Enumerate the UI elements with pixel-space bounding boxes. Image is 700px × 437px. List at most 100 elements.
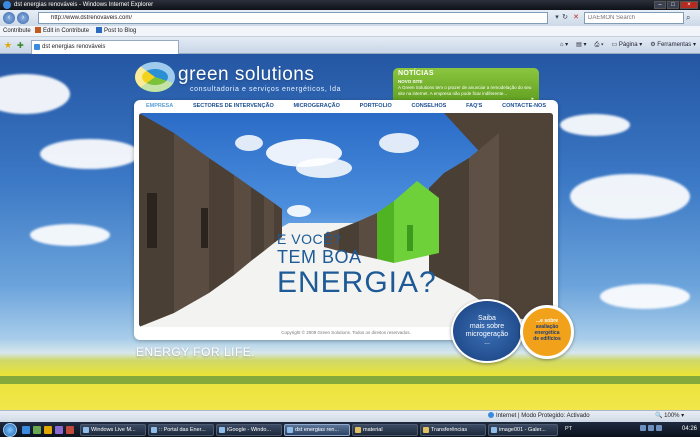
task-transferencias[interactable]: Transferências (420, 424, 486, 436)
cloud (570, 174, 690, 219)
edit-in-contribute-button[interactable]: Edit in Contribute (35, 26, 89, 37)
forward-icon[interactable]: › (17, 12, 29, 24)
nav-microgeracao[interactable]: MICROGERAÇÃO (293, 103, 339, 111)
tray-network-icon[interactable] (640, 425, 646, 431)
hero-banner: E VOCÊ? TEM BOA ENERGIA? (139, 113, 553, 327)
badge-orange-line-4: de edifícios (533, 336, 561, 342)
minimize-button[interactable]: – (654, 1, 666, 9)
nav-sectores[interactable]: SECTORES DE INTERVENÇÃO (193, 103, 274, 111)
quicklaunch-explorer-icon[interactable] (44, 426, 52, 434)
cloud (30, 224, 110, 246)
task-icon (491, 427, 497, 433)
task-portal-energias[interactable]: :: Portal das Ener... (148, 424, 214, 436)
task-label: Windows Live M... (91, 427, 136, 433)
tabs-bar: ★ ✚ dst energias renováveis ⌂ ▾ ▤ ▾ ⎙ ▾ … (0, 37, 700, 54)
task-icon (423, 427, 429, 433)
cloud (0, 74, 70, 114)
favorites-star-icon[interactable]: ★ (4, 41, 12, 50)
tray-volume-icon[interactable] (648, 425, 654, 431)
task-material[interactable]: material (352, 424, 418, 436)
refresh-icon[interactable]: ↻ (560, 13, 570, 23)
edit-in-contribute-label: Edit in Contribute (43, 28, 90, 34)
logo-swirl-icon[interactable] (135, 62, 175, 92)
nav-conselhos[interactable]: CONSELHOS (411, 103, 446, 111)
post-to-blog-label: Post to Blog (104, 28, 137, 34)
command-bar: ⌂ ▾ ▤ ▾ ⎙ ▾ ▭ Página ▾ ⚙ Ferramentas ▾ (560, 41, 696, 50)
print-icon[interactable]: ⎙ ▾ (595, 41, 604, 50)
hero-line-1: E VOCÊ? (277, 231, 342, 247)
task-icon (83, 427, 89, 433)
task-icon (287, 427, 293, 433)
contribute-link[interactable]: Contribute (3, 26, 31, 37)
globe-icon (488, 412, 494, 418)
security-zone-label: Internet | Modo Protegido: Activado (496, 413, 590, 419)
avaliacao-energetica-badge[interactable]: ...e sobre avaliação energética de edifí… (520, 305, 574, 359)
window-title: dst energias renováveis - Windows Intern… (14, 2, 154, 8)
quicklaunch-app-icon[interactable] (66, 426, 74, 434)
task-label: iGoogle - Windo... (227, 427, 272, 433)
tab-page-icon (34, 44, 40, 50)
cloud (40, 139, 140, 169)
search-input[interactable] (584, 12, 684, 24)
nav-portfolio[interactable]: PORTFOLIO (360, 103, 392, 111)
badge-blue-line-2: mais sobre (469, 323, 505, 330)
tab-active[interactable]: dst energias renováveis (31, 40, 179, 54)
close-button[interactable]: × (680, 1, 698, 9)
web-content: green solutions consultadoria e serviços… (0, 54, 700, 410)
add-favorites-icon[interactable]: ✚ (17, 41, 24, 50)
task-icon (219, 427, 225, 433)
cloud (600, 284, 690, 309)
contribute-icon (35, 27, 41, 33)
page-menu-label: Página (618, 42, 638, 48)
back-icon[interactable]: ‹ (3, 12, 15, 24)
task-dst-energias[interactable]: dst energias ren... (284, 424, 350, 436)
microgeracao-badge[interactable]: Saiba mais sobre microgeração ... (451, 299, 523, 363)
clock[interactable]: 04:26 (682, 422, 697, 436)
field-strip (0, 376, 700, 384)
quicklaunch-ie-icon[interactable] (22, 426, 30, 434)
nav-contacte-nos[interactable]: CONTACTE-NOS (502, 103, 546, 111)
tab-label: dst energias renováveis (42, 44, 106, 50)
cloud (560, 114, 630, 136)
links-bar: Contribute Edit in Contribute Post to Bl… (0, 26, 700, 37)
start-button[interactable] (3, 423, 17, 437)
page-menu[interactable]: ▭ Página ▾ (612, 41, 643, 50)
tools-menu[interactable]: ⚙ Ferramentas ▾ (650, 41, 696, 50)
zoom-level[interactable]: 🔍 100% ▾ (655, 411, 684, 422)
badge-blue-line-3: microgeração (465, 331, 509, 338)
home-icon[interactable]: ⌂ ▾ (560, 41, 568, 50)
url-input[interactable] (38, 12, 548, 24)
badge-blue-line-4: ... (484, 339, 490, 346)
post-to-blog-button[interactable]: Post to Blog (96, 26, 136, 37)
logo-title[interactable]: green solutions (178, 64, 314, 86)
task-icon (355, 427, 361, 433)
task-image001[interactable]: image001 - Galer... (488, 424, 558, 436)
quicklaunch-desktop-icon[interactable] (33, 426, 41, 434)
news-body: A Green Solutions tem o prazer de anunci… (398, 85, 532, 96)
blog-icon (96, 27, 102, 33)
task-label: :: Portal das Ener... (159, 427, 206, 433)
task-windows-live[interactable]: Windows Live M... (80, 424, 146, 436)
feeds-icon[interactable]: ▤ ▾ (576, 41, 586, 50)
security-zone[interactable]: Internet | Modo Protegido: Activado (488, 411, 590, 422)
badge-blue-line-1: Saiba (478, 315, 496, 322)
tray-app-icon[interactable] (656, 425, 662, 431)
news-title: NOTÍCIAS (398, 70, 434, 77)
stop-icon[interactable]: ✕ (571, 13, 581, 23)
search-icon[interactable]: ⌕ (686, 13, 690, 23)
energy-slogan: ENERGY FOR LIFE. (136, 345, 256, 359)
task-igoogle[interactable]: iGoogle - Windo... (216, 424, 282, 436)
nav-empresa[interactable]: EMPRESA (146, 103, 173, 111)
status-bar: Internet | Modo Protegido: Activado 🔍 10… (0, 410, 700, 422)
nav-faqs[interactable]: FAQ'S (466, 103, 482, 111)
tools-menu-label: Ferramentas (657, 42, 692, 48)
task-label: Transferências (431, 427, 468, 433)
task-label: image001 - Galer... (499, 427, 546, 433)
task-icon (151, 427, 157, 433)
language-indicator[interactable]: PT (565, 423, 572, 436)
window-titlebar: dst energias renováveis - Windows Intern… (0, 0, 700, 10)
site-nav: EMPRESA SECTORES DE INTERVENÇÃO MICROGER… (134, 103, 558, 111)
hero-line-2: TEM BOA (277, 247, 362, 267)
quicklaunch-media-icon[interactable] (55, 426, 63, 434)
maximize-button[interactable]: □ (667, 1, 679, 9)
